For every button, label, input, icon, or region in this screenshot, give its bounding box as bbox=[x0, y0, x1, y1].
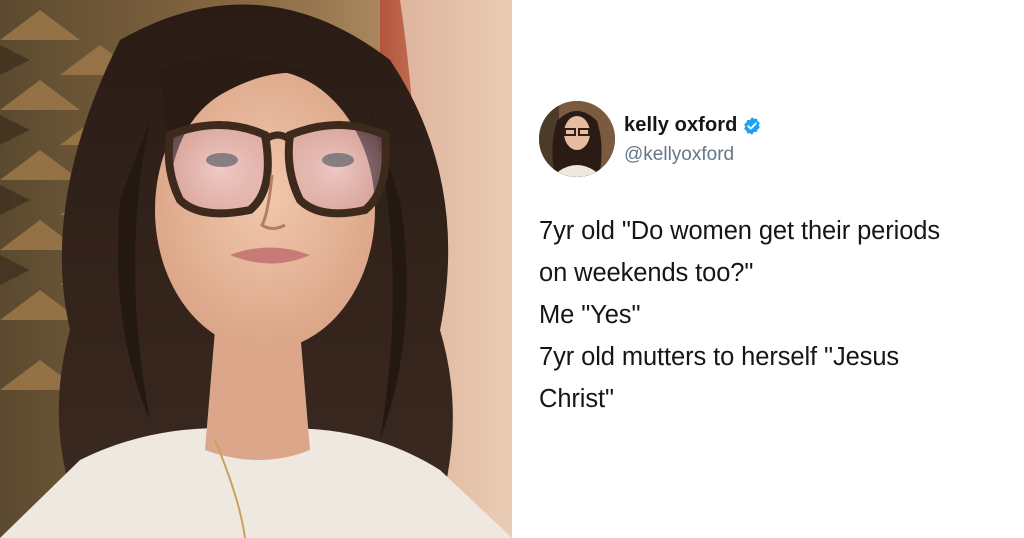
tweet-line: Me "Yes" bbox=[539, 301, 641, 329]
tweet-line: 7yr old mutters to herself "Jesus bbox=[539, 343, 900, 371]
name-row: kelly oxford bbox=[624, 114, 762, 137]
display-name[interactable]: kelly oxford bbox=[624, 114, 737, 137]
tweet-text: 7yr old "Do women get their periods on w… bbox=[539, 210, 1009, 420]
tweet-line: on weekends too?" bbox=[539, 259, 754, 287]
avatar[interactable] bbox=[539, 101, 615, 177]
profile-photo bbox=[0, 0, 512, 538]
tweet-card: kelly oxford @kellyoxford 7yr old "Do wo… bbox=[512, 0, 1024, 538]
user-handle[interactable]: @kellyoxford bbox=[624, 144, 734, 166]
verified-badge-icon bbox=[742, 116, 762, 136]
tweet-line: Christ" bbox=[539, 385, 614, 413]
tweet-line: 7yr old "Do women get their periods bbox=[539, 217, 941, 245]
